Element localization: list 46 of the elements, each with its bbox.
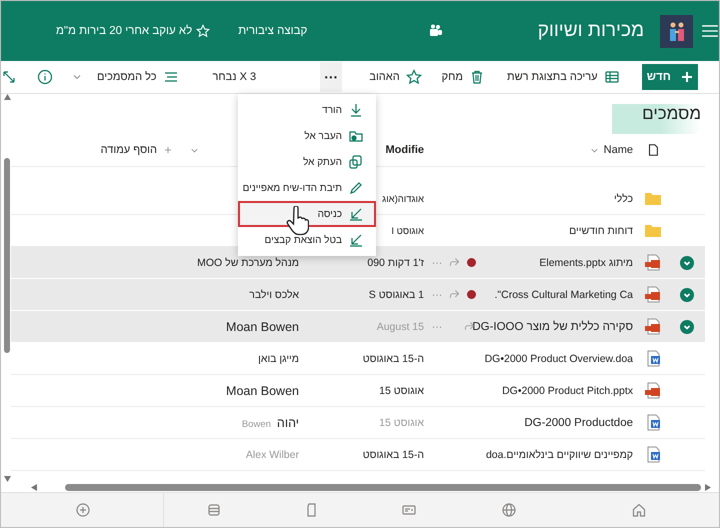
file-name[interactable]: סקירה כללית של מוצר DG-IOOO (472, 320, 633, 332)
library-title: מסמכים (612, 104, 701, 134)
group-type-label: קבוצה ציבורית (238, 25, 308, 37)
selection-count: 3 X נבחר (212, 71, 256, 83)
file-name[interactable]: DG•2000 Product Overview.doa (484, 352, 633, 364)
file-name[interactable]: DG-2000 Productdoe (524, 416, 633, 428)
modified-by: Alex Wilber (246, 448, 299, 460)
modified-date: ה-15 באוגוסט (362, 448, 424, 460)
column-header[interactable]: Name (604, 144, 633, 156)
modified-by: מנהל מערכת של MOO (197, 256, 299, 268)
toolbar-action[interactable]: עריכה בתצוגת רשת (506, 71, 598, 83)
toolbar-action[interactable]: מחק (442, 71, 463, 83)
follow-link[interactable]: לא עוקב אחרי 20 בירות מ"מ (56, 25, 192, 37)
add-column-button[interactable]: הוסף עמודה (100, 144, 157, 156)
modified-date: 1 באוגוסט S (368, 288, 424, 300)
file-name[interactable]: מיתוג Elements.pptx (539, 256, 633, 268)
modified-by: יהוה (276, 416, 299, 430)
view-selector[interactable]: כל המסמכים (97, 71, 157, 83)
modified-by: Moan Bowen (226, 320, 299, 334)
menu-item[interactable]: הורד (238, 97, 376, 123)
more-button[interactable]: ··· (320, 62, 342, 92)
site-title: מכירות ושיווק (538, 20, 644, 42)
file-name[interactable]: קמפיינים שיווקיים בינלאומיים.doa (486, 448, 633, 460)
modified-by: מייגן בואן (258, 352, 299, 364)
modified-by: Moan Bowen (226, 384, 299, 398)
modified-date: אוגוסט 15 (379, 384, 424, 396)
modified-date: ז'1 דקות 090 (367, 256, 424, 268)
new-button[interactable]: חדש (642, 64, 698, 90)
modified-date: ה-15 באוגוסט (362, 352, 424, 364)
modified-date: אוגוסט 15 (379, 416, 424, 428)
toolbar-action[interactable]: האהוב (369, 71, 400, 83)
menu-item[interactable]: תיבת הדו-שיח מאפיינים (238, 175, 376, 201)
file-name[interactable]: דוחות חודשיים (569, 224, 633, 236)
menu-item[interactable]: כניסה (238, 201, 376, 227)
modified-by: Bowen (242, 418, 271, 430)
file-name[interactable]: כללי (614, 192, 633, 204)
modified-date: August 15 (376, 320, 424, 332)
modified-by: אלכס וילבר (249, 288, 299, 300)
column-header[interactable]: Modifie (386, 144, 424, 156)
file-name[interactable]: DG•2000 Product Pitch.pptx (502, 384, 633, 396)
modified-date: אוגדוה(אוג (382, 194, 424, 204)
menu-item[interactable]: העתק אל (238, 149, 376, 175)
file-row[interactable]: מיתוג Elements.pptx ··· ז'1 דקות 090 מנהל מערכת של MOO (11, 247, 705, 279)
modified-date: אוגוסט I (391, 226, 424, 236)
menu-item[interactable]: העבר אל (238, 123, 376, 149)
file-name[interactable]: Cross Cultural Marketing Ca". (494, 288, 633, 300)
